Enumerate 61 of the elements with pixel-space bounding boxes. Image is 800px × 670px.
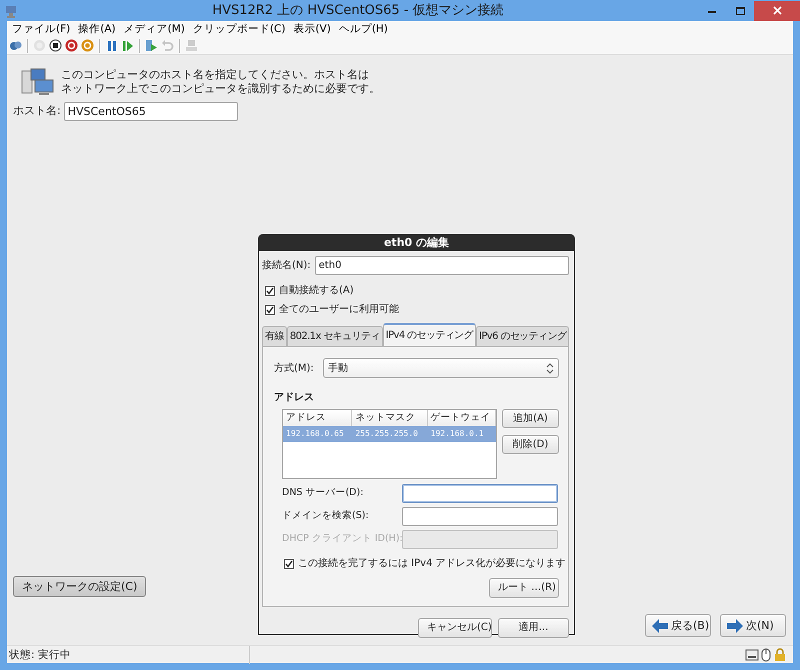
checkbox-label: 自動接続する(A) (279, 284, 354, 298)
app-icon (4, 4, 18, 18)
connection-name-field[interactable]: eth0 (314, 256, 569, 275)
delete-button[interactable]: 削除(D) (502, 435, 559, 454)
play-icon[interactable] (121, 39, 134, 52)
menu-item[interactable]: ヘルプ(H) (336, 22, 391, 36)
text-field[interactable] (402, 484, 558, 503)
column-header[interactable]: ネットマスク (352, 410, 428, 426)
routes-button[interactable]: ルート …(R) (489, 578, 559, 598)
section-heading: アドレス (274, 391, 315, 405)
window-title: HVS12R2 上の HVSCentOS65 - 仮想マシン接続 (211, 2, 505, 20)
menu-item[interactable]: クリップボード(C) (190, 22, 288, 36)
menu-item[interactable]: 表示(V) (290, 22, 334, 36)
menu-item[interactable]: 操作(A) (75, 22, 119, 36)
pause-icon[interactable] (105, 39, 118, 52)
mouse-icon (759, 648, 773, 662)
tab[interactable]: 有線 (262, 326, 287, 346)
dialog-title: eth0 の編集 (258, 234, 575, 251)
maximize-icon (736, 6, 744, 14)
computers-icon (21, 67, 55, 97)
column-header[interactable]: アドレス (283, 410, 352, 426)
apply-button[interactable]: 適用... (498, 618, 569, 638)
column-header[interactable]: ゲートウェイ (428, 410, 496, 426)
field-label: 接続名(N): (262, 258, 311, 273)
spinner-icon (546, 362, 554, 374)
right-arrow-icon (727, 618, 743, 634)
status-text: 状態: 実行中 (7, 646, 250, 664)
checkbox[interactable] (284, 558, 294, 568)
lock-icon (773, 648, 787, 662)
hostname-label: ホスト名: (13, 103, 61, 120)
checkpoint-icon[interactable] (145, 39, 158, 52)
checkbox-label: 全てのユーザーに利用可能 (279, 302, 399, 317)
save-icon[interactable] (81, 39, 94, 52)
field-label: DHCP クライアント ID(H): (282, 532, 402, 546)
stop-icon[interactable] (49, 39, 62, 52)
method-dropdown[interactable]: 手動 (322, 358, 559, 378)
add-button[interactable]: 追加(A) (502, 409, 559, 428)
checkbox[interactable] (265, 304, 275, 314)
menu-item[interactable]: ファイル(F) (9, 22, 74, 36)
prompt-text: このコンピュータのホスト名を指定してください。ホスト名は (61, 68, 370, 82)
prompt-text: ネットワーク上でこのコンピュータを識別するために必要です。 (61, 82, 380, 96)
next-button[interactable]: 次(N) (720, 614, 786, 637)
checkbox[interactable] (265, 286, 275, 296)
cancel-button[interactable]: キャンセル(C) (418, 618, 492, 638)
network-settings-button[interactable]: ネットワークの設定(C) (13, 576, 146, 597)
tab[interactable]: IPv4 のセッティング (382, 323, 476, 346)
close-button[interactable] (754, 0, 800, 20)
tab[interactable]: 802.1x セキュリティ (286, 326, 383, 346)
ctrl-alt-del-icon[interactable] (9, 39, 22, 52)
close-icon (772, 6, 782, 15)
checkbox-label: この接続を完了するには IPv4 アドレス化が必要になります (298, 556, 566, 571)
text-field[interactable] (402, 507, 558, 526)
hostname-field[interactable]: HVSCentOS65 (64, 102, 238, 121)
field-label: 方式(M): (274, 362, 314, 376)
shutdown-icon[interactable] (65, 39, 78, 52)
menu-item[interactable]: メディア(M) (120, 22, 188, 36)
tab[interactable]: IPv6 のセッティング (476, 326, 570, 346)
left-arrow-icon (652, 618, 668, 634)
back-button[interactable]: 戻る(B) (645, 614, 711, 637)
field-label: ドメインを検索(S): (282, 509, 370, 524)
field-label: DNS サーバー(D): (282, 486, 364, 500)
